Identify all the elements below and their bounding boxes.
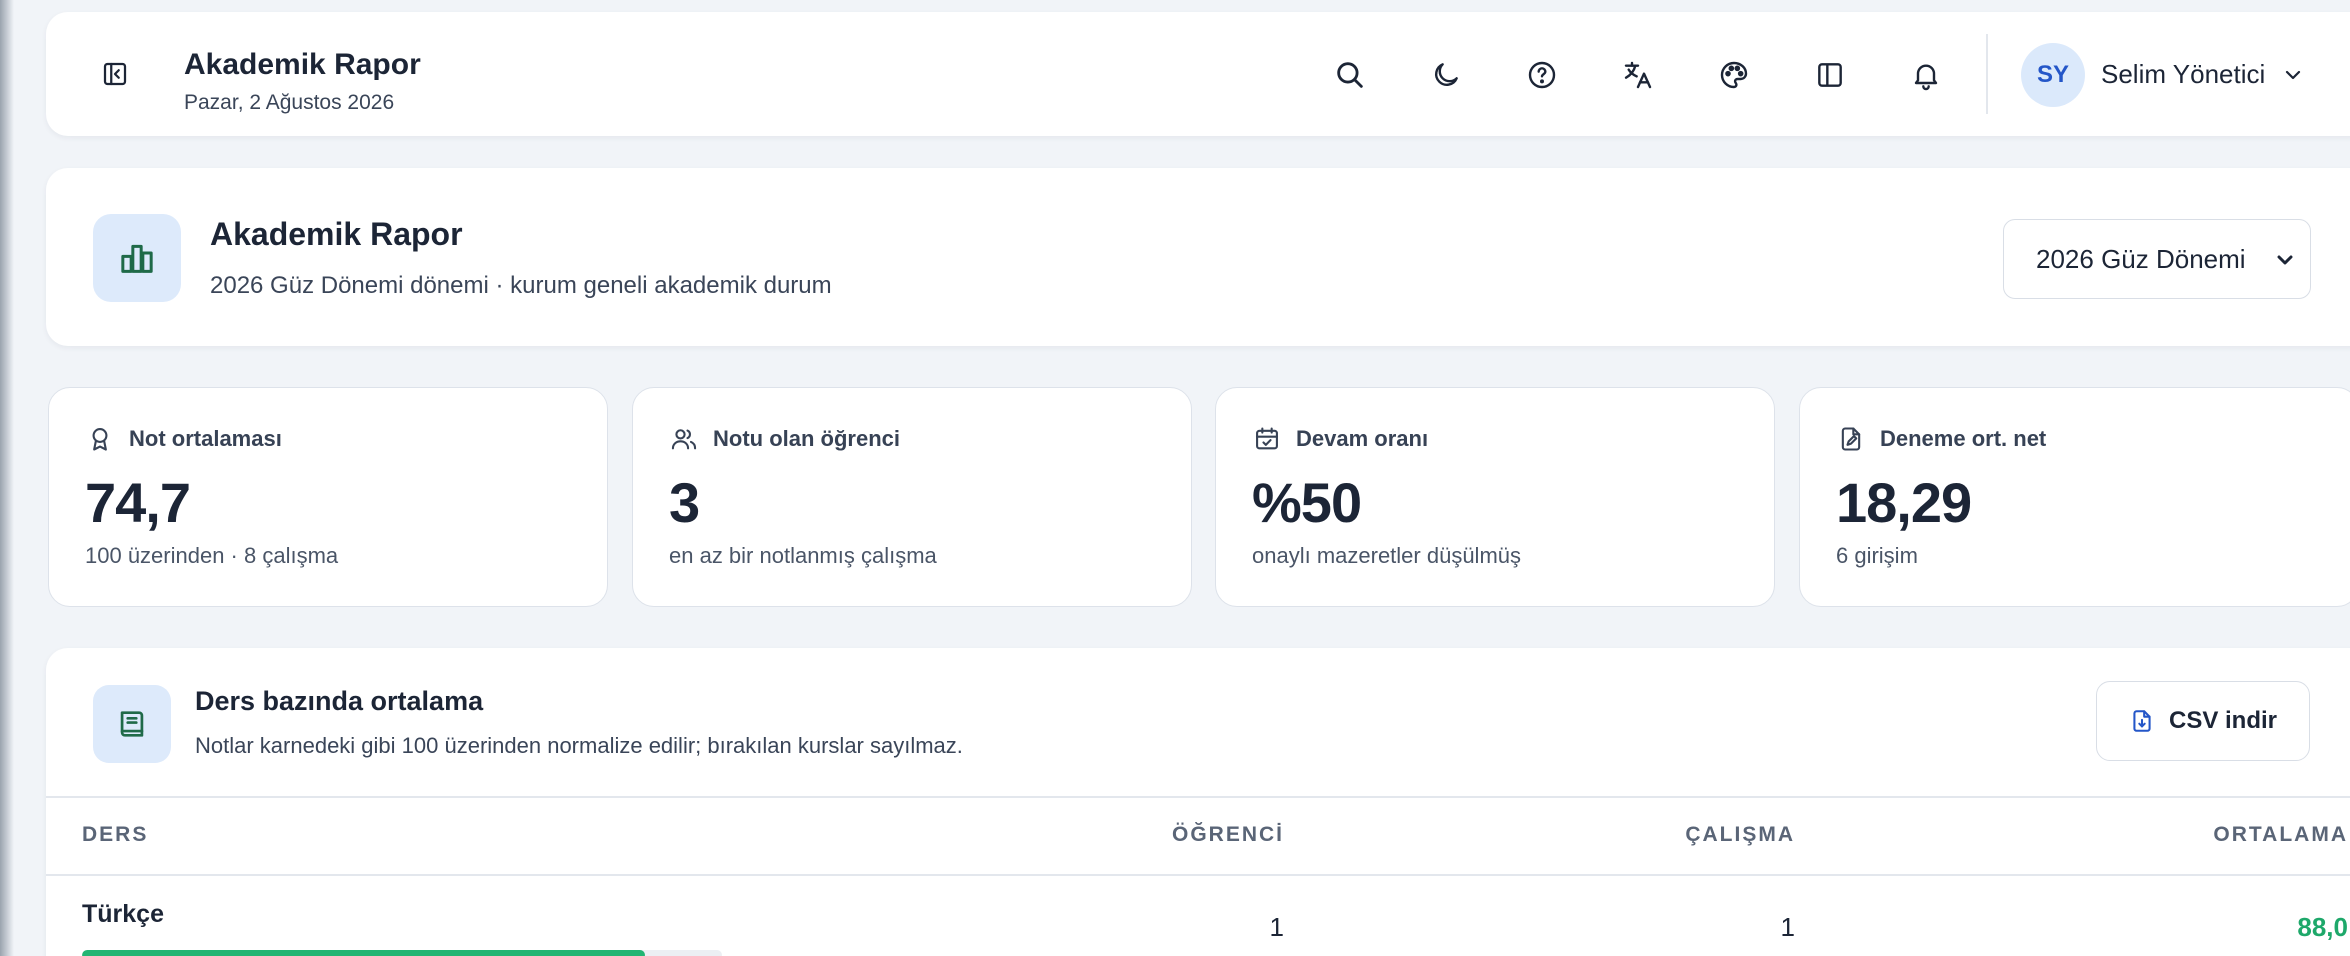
search-button[interactable]: [1330, 55, 1370, 95]
course-average: 88,0: [2297, 912, 2348, 942]
term-select[interactable]: 2026 Güz Dönemi: [2003, 219, 2311, 299]
term-select-value: 2026 Güz Dönemi: [2036, 243, 2246, 274]
user-name[interactable]: Selim Yönetici: [2101, 59, 2265, 90]
page-title: Akademik Rapor: [210, 216, 463, 252]
notifications-button[interactable]: [1906, 55, 1946, 95]
chevron-down-icon: [2277, 255, 2293, 265]
stat-label: Notu olan öğrenci: [713, 426, 900, 451]
course-work-count: 1: [1780, 912, 1795, 942]
users-icon: [669, 424, 699, 454]
stat-subtext: en az bir notlanmış çalışma: [669, 543, 937, 568]
stat-label: Devam oranı: [1296, 426, 1429, 451]
title-icon-wrap: [93, 214, 181, 302]
top-header: Akademik Rapor Pazar, 2 Ağustos 2026 SY …: [46, 12, 2350, 136]
moon-icon: [1435, 63, 1458, 86]
bell-icon: [1914, 64, 1938, 91]
palette-button[interactable]: [1714, 55, 1754, 95]
stat-value: 74,7: [85, 471, 191, 534]
help-circle-icon: [1528, 61, 1556, 89]
sidebar-collapse-button[interactable]: [96, 55, 134, 93]
user-avatar[interactable]: SY: [2021, 43, 2085, 107]
table-icon-wrap: [93, 685, 171, 763]
language-button[interactable]: [1618, 55, 1658, 95]
section-title: Ders bazında ortalama: [195, 686, 484, 716]
sidebar-collapse-icon: [103, 62, 127, 86]
bar-chart-icon: [121, 244, 153, 273]
table-divider: [46, 796, 2350, 798]
header-title: Akademik Rapor: [184, 48, 421, 81]
header-divider: [1986, 34, 1988, 114]
file-edit-icon: [1836, 424, 1866, 454]
calendar-check-icon: [1252, 424, 1282, 454]
column-header-works[interactable]: ÇALIŞMA: [1685, 823, 1795, 847]
palette-icon: [1720, 61, 1748, 89]
award-icon: [85, 424, 115, 454]
help-button[interactable]: [1522, 55, 1562, 95]
translate-icon: [1624, 61, 1652, 89]
header-date: Pazar, 2 Ağustos 2026: [184, 91, 395, 114]
panel-toggle-button[interactable]: [1810, 55, 1850, 95]
course-student-count: 1: [1269, 912, 1284, 942]
page-title-card: Akademik Rapor 2026 Güz Dönemi dönemi · …: [46, 168, 2350, 346]
csv-download-label: CSV indir: [2168, 707, 2277, 734]
column-header-average[interactable]: ORTALAMA: [2213, 823, 2348, 847]
stat-value: 18,29: [1836, 471, 1972, 534]
table-divider: [46, 874, 2350, 876]
course-average-card: Ders bazında ortalama Notlar karnedeki g…: [46, 648, 2350, 956]
stat-subtext: onaylı mazeretler düşülmüş: [1252, 543, 1522, 568]
stat-label: Deneme ort. net: [1880, 426, 2047, 451]
search-icon: [1337, 62, 1363, 88]
stat-subtext: 100 üzerinden · 8 çalışma: [85, 543, 339, 568]
page-subtitle: 2026 Güz Dönemi dönemi · kurum geneli ak…: [210, 272, 832, 299]
course-name: Türkçe: [82, 900, 164, 928]
user-menu-toggle[interactable]: [2279, 63, 2307, 87]
theme-toggle-button[interactable]: [1426, 55, 1466, 95]
column-header-students[interactable]: ÖĞRENCİ: [1172, 823, 1284, 847]
stat-label: Not ortalaması: [129, 426, 282, 451]
stat-value: 3: [669, 471, 700, 534]
file-download-icon: [2133, 710, 2151, 732]
left-panel-shadow: [0, 0, 14, 956]
chevron-down-icon: [2285, 70, 2301, 80]
course-average-bar-fill: [82, 950, 646, 956]
section-subtitle: Notlar karnedeki gibi 100 üzerinden norm…: [195, 733, 963, 758]
stat-value: %50: [1252, 471, 1362, 534]
stat-card-graded-students: Notu olan öğrenci 3 en az bir notlanmış …: [632, 387, 1192, 607]
panel-left-icon: [1818, 63, 1842, 87]
book-icon: [120, 711, 144, 737]
csv-download-button[interactable]: CSV indir: [2096, 681, 2310, 761]
stat-card-attendance: Devam oranı %50 onaylı mazeretler düşülm…: [1215, 387, 1775, 607]
stat-subtext: 6 girişim: [1836, 543, 1918, 568]
stat-card-grade-average: Not ortalaması 74,7 100 üzerinden · 8 ça…: [48, 387, 608, 607]
column-header-course[interactable]: DERS: [82, 823, 148, 847]
stat-card-exam-net: Deneme ort. net 18,29 6 girişim: [1799, 387, 2350, 607]
course-average-bar: [82, 950, 722, 956]
